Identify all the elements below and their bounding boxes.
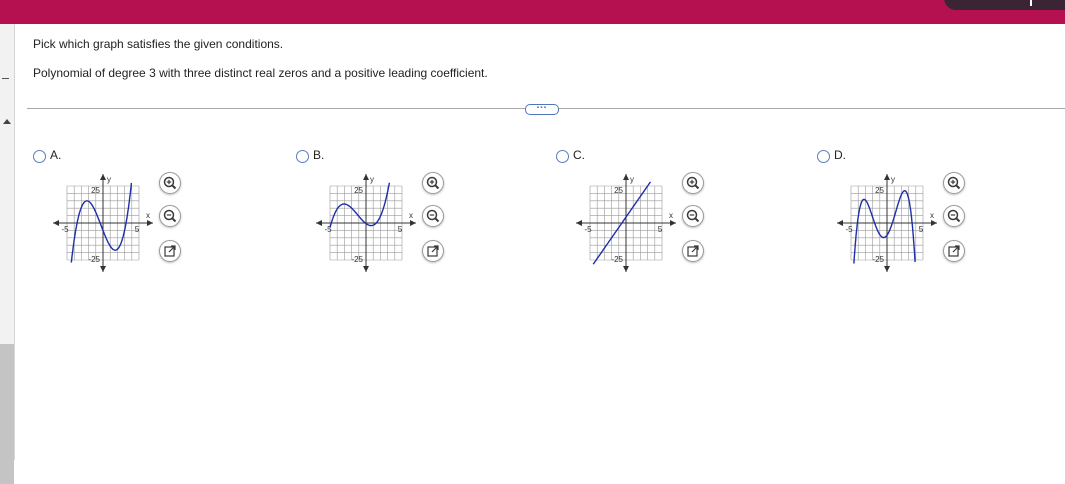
zoom-in-icon (947, 176, 961, 190)
zoom-in-icon (426, 176, 440, 190)
zoom-in-button[interactable] (682, 172, 704, 194)
graph-axes (837, 174, 937, 272)
y-axis-label: y (891, 175, 895, 184)
y-axis-label: y (370, 175, 374, 184)
question-prompt: Pick which graph satisfies the given con… (33, 37, 284, 51)
question-condition: Polynomial of degree 3 with three distin… (33, 66, 488, 80)
choice-label: C. (573, 148, 585, 162)
y-min-tick-label: -25 (351, 255, 363, 264)
choice-label: B. (313, 148, 325, 162)
left-scroll-rail[interactable] (0, 24, 15, 484)
y-min-tick-label: -25 (611, 255, 623, 264)
answer-choice-d[interactable]: D. y x 25 -25 -5 5 (817, 147, 1047, 287)
open-graph-button[interactable] (943, 240, 965, 262)
graph-thumbnail[interactable]: yx25-25-5 5 (306, 172, 426, 282)
more-dots-label: … (536, 99, 548, 111)
external-link-icon (948, 245, 960, 257)
y-max-tick-label: 25 (354, 186, 363, 195)
x-axis-label: x (409, 211, 413, 220)
choice-label: A. (50, 148, 62, 162)
x-axis-label: x (146, 211, 150, 220)
radio-button[interactable] (556, 150, 569, 163)
header-pill-mark (1030, 0, 1032, 6)
zoom-in-icon (686, 176, 700, 190)
show-more-button[interactable]: … (525, 99, 559, 115)
zoom-out-icon (163, 209, 177, 223)
x-min-tick-label: -5 (845, 225, 853, 234)
x-min-tick-label: -5 (61, 225, 69, 234)
open-graph-button[interactable] (159, 240, 181, 262)
y-min-tick-label: -25 (88, 255, 100, 264)
scrollbar-thumb[interactable] (0, 344, 14, 484)
graph-axes (576, 174, 676, 272)
choice-label: D. (834, 148, 846, 162)
zoom-out-button[interactable] (682, 205, 704, 227)
y-axis-label: y (630, 175, 634, 184)
zoom-in-button[interactable] (422, 172, 444, 194)
y-max-tick-label: 25 (875, 186, 884, 195)
answer-choice-a[interactable]: A. y x 25 -25 -5 5 (33, 147, 263, 287)
external-link-icon (164, 245, 176, 257)
rail-collapse-icon[interactable] (2, 78, 9, 79)
x-min-tick-label: -5 (584, 225, 592, 234)
zoom-out-button[interactable] (943, 205, 965, 227)
answer-choice-c[interactable]: C. y x 25 -25 -5 5 (556, 147, 786, 287)
external-link-icon (687, 245, 699, 257)
x-axis-label: x (669, 211, 673, 220)
zoom-out-icon (947, 209, 961, 223)
radio-button[interactable] (33, 150, 46, 163)
x-max-tick-label: 5 (135, 225, 140, 234)
y-axis-label: y (107, 175, 111, 184)
x-max-tick-label: 5 (658, 225, 663, 234)
external-link-icon (427, 245, 439, 257)
header-bar (0, 0, 1065, 24)
y-max-tick-label: 25 (614, 186, 623, 195)
open-graph-button[interactable] (682, 240, 704, 262)
zoom-in-button[interactable] (159, 172, 181, 194)
answer-choice-b[interactable]: B. y x 25 -25 -5 5 (296, 147, 526, 287)
x-axis-label: x (930, 211, 934, 220)
zoom-out-icon (426, 209, 440, 223)
header-user-pill[interactable] (944, 0, 1065, 10)
x-max-tick-label: 5 (398, 225, 403, 234)
graph-axes (53, 174, 153, 272)
zoom-out-button[interactable] (422, 205, 444, 227)
radio-button[interactable] (817, 150, 830, 163)
zoom-out-button[interactable] (159, 205, 181, 227)
zoom-out-icon (686, 209, 700, 223)
graph-thumbnail[interactable]: y x 25 -25 -5 5 (566, 172, 686, 282)
scroll-up-arrow-icon[interactable] (3, 119, 11, 124)
x-max-tick-label: 5 (919, 225, 924, 234)
zoom-in-icon (163, 176, 177, 190)
y-min-tick-label: -25 (872, 255, 884, 264)
graph-thumbnail[interactable]: y x 25 -25 -5 5 (827, 172, 947, 282)
y-max-tick-label: 25 (91, 186, 100, 195)
radio-button[interactable] (296, 150, 309, 163)
open-graph-button[interactable] (422, 240, 444, 262)
graph-thumbnail[interactable]: y x 25 -25 -5 5 (43, 172, 163, 282)
zoom-in-button[interactable] (943, 172, 965, 194)
